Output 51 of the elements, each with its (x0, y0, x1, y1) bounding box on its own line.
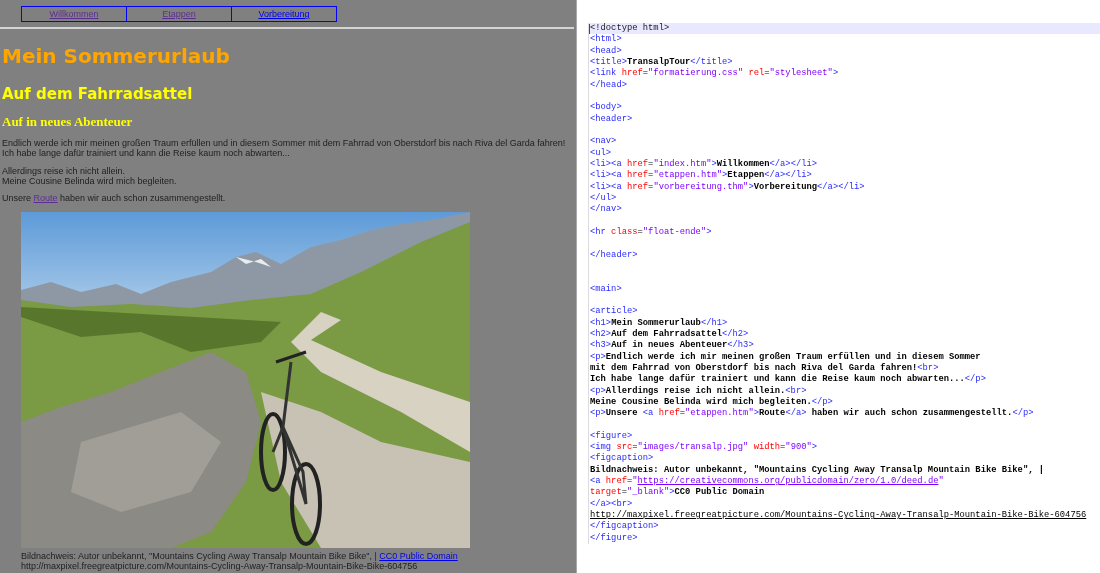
code-line: <!doctype html> (590, 23, 670, 34)
code-line: <h1>Mein Sommerurlaub</h1> (590, 317, 728, 329)
image-caption: Bildnachweis: Autor unbekannt, "Mountains Cycling Away Transalp Mountain Bike Bike", | CC0 Public Domain http://maxpixel.freegreatpicture.com/Mountains-Cycling-Away-Transalp-Mountain-Bike-Bike-604756 (21, 551, 458, 571)
code-line: <ul> (590, 147, 612, 159)
code-line: </ul> (590, 192, 617, 204)
code-line: <li><a href="etappen.htm">Etappen</a></li> (590, 170, 812, 182)
code-line: Ich habe lange dafür trainiert und kann die Reise kaum noch abwarten...</p> (590, 374, 986, 386)
code-line: <li><a href="index.htm">Willkommen</a></li> (590, 158, 818, 170)
code-line: <p>Endlich werde ich mir meinen großen Traum erfüllen und in diesem Sommer (590, 351, 981, 363)
code-line: <header> (590, 113, 633, 125)
code-line: </header> (590, 249, 638, 261)
code-line: target="_blank">CC0 Public Domain (590, 487, 765, 499)
code-line: Meine Cousine Belinda wird mich begleiten.</p> (590, 396, 833, 408)
code-line: <article> (590, 306, 638, 318)
code-line: http://maxpixel.freegreatpicture.com/Mountains-Cycling-Away-Transalp-Mountain-Bike-Bike-604756 (590, 510, 1087, 521)
code-line: </figcaption> (590, 521, 659, 533)
code-line: <p>Unsere <a href="etappen.htm">Route</a> haben wir auch schon zusammengestellt.</p> (590, 408, 1034, 420)
code-line: </head> (590, 79, 627, 91)
license-link[interactable]: CC0 Public Domain (379, 551, 458, 561)
code-line: <hr class="float-ende"> (590, 226, 712, 239)
code-line: </nav> (590, 204, 622, 216)
nav-link[interactable]: Etappen (126, 6, 232, 22)
code-line: <body> (590, 102, 622, 114)
body-paragraph: Allerdings reise ich nicht allein. Meine Cousine Belinda wird mich begleiten. (2, 166, 177, 186)
section-heading: Auf in neues Abenteuer (2, 114, 133, 130)
page-subheading: Auf dem Fahrradsattel (2, 84, 193, 104)
code-line: <h3>Auf in neues Abenteuer</h3> (590, 340, 754, 352)
code-line: <li><a href="vorbereitung.thm">Vorbereitung</a></li> (590, 181, 865, 193)
body-paragraph: Endlich werde ich mir meinen großen Traum erfüllen und in diesem Sommer mit dem Fahrrad von Oberstdorf bis nach Riva del Garda fahren! Ich habe lange dafür trainiert und kann die Reise kaum noch abwarten... (2, 138, 566, 158)
code-line: <img src="images/transalp.jpg" width="900"> (590, 442, 818, 453)
nav-link[interactable]: Willkommen (21, 6, 127, 22)
nav-link[interactable]: Vorbereitung (231, 6, 337, 22)
code-line: <h2>Auf dem Fahrradsattel</h2> (590, 328, 749, 340)
code-line: <title>TransalpTour</title> (590, 57, 733, 68)
code-line: <link href="formatierung.css" rel="stylesheet"> (590, 68, 839, 80)
text-cursor (589, 24, 590, 34)
code-line: <p>Allerdings reise ich nicht allein.<br> (590, 385, 807, 397)
code-line: <figure> (590, 430, 633, 442)
code-line: <a href="https://creativecommons.org/publicdomain/zero/1.0/deed.de" (590, 476, 944, 487)
code-line: </a><br> (590, 498, 633, 510)
route-link[interactable]: Route (33, 193, 58, 203)
code-line: <head> (590, 45, 622, 57)
code-line: <html> (590, 34, 622, 46)
code-line: <figcaption> (590, 453, 654, 465)
code-line: mit dem Fahrrad von Oberstdorf bis nach Riva del Garda fahren!<br> (590, 362, 939, 374)
body-paragraph: Unsere Route haben wir auch schon zusammengestellt. (2, 193, 226, 203)
page-heading: Mein Sommerurlaub (2, 44, 230, 68)
code-line: </figure> (590, 532, 638, 545)
code-line: <nav> (590, 136, 617, 148)
code-line: Bildnachweis: Autor unbekannt, "Mountains Cycling Away Transalp Mountain Bike Bike", | (590, 464, 1044, 476)
code-line: <main> (590, 283, 622, 295)
